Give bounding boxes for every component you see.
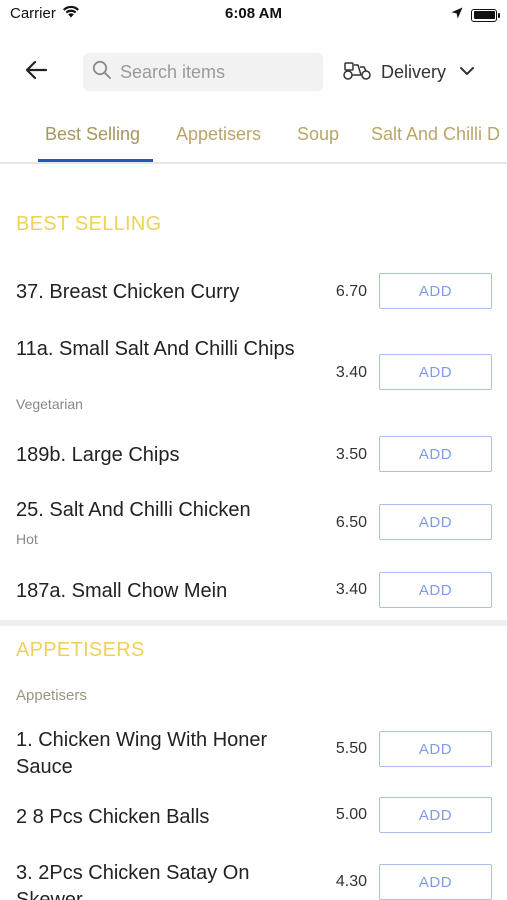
scooter-icon: [342, 59, 372, 86]
arrow-left-icon: [24, 60, 48, 85]
add-button[interactable]: ADD: [379, 572, 492, 608]
add-button[interactable]: ADD: [379, 273, 492, 309]
location-arrow-icon: [451, 6, 463, 24]
search-bar[interactable]: [83, 53, 323, 91]
tab-soup[interactable]: Soup: [297, 124, 339, 145]
item-name: 11a. Small Salt And Chilli Chips: [16, 338, 295, 360]
add-button[interactable]: ADD: [379, 864, 492, 900]
item-name: 2 8 Pcs Chicken Balls: [16, 806, 210, 828]
item-price: 3.50: [335, 446, 367, 463]
status-time: 6:08 AM: [225, 5, 282, 22]
active-tab-indicator: [38, 159, 153, 162]
section-title-best-selling: BEST SELLING: [16, 213, 162, 235]
section-divider: [0, 620, 507, 626]
item-price: 6.70: [335, 283, 367, 300]
item-price: 4.30: [335, 873, 367, 890]
item-name: 25. Salt And Chilli Chicken: [16, 499, 251, 521]
delivery-label: Delivery: [381, 61, 447, 82]
tab-best-selling[interactable]: Best Selling: [45, 124, 140, 145]
add-button[interactable]: ADD: [379, 436, 492, 472]
chevron-down-icon: [459, 63, 475, 81]
item-price: 5.00: [335, 806, 367, 823]
add-button[interactable]: ADD: [379, 504, 492, 540]
section-title-appetisers: APPETISERS: [16, 639, 145, 661]
section-subtitle: Appetisers: [16, 687, 87, 704]
status-bar: Carrier 6:08 AM: [0, 0, 507, 28]
add-button[interactable]: ADD: [379, 797, 492, 833]
add-button[interactable]: ADD: [379, 354, 492, 390]
tab-appetisers[interactable]: Appetisers: [176, 124, 261, 145]
item-price: 3.40: [335, 581, 367, 598]
category-tabs: Best Selling Appetisers Soup Salt And Ch…: [0, 110, 507, 164]
battery-icon: [471, 8, 500, 22]
add-button[interactable]: ADD: [379, 731, 492, 767]
item-price: 6.50: [335, 514, 367, 531]
item-name: 187a. Small Chow Mein: [16, 580, 228, 602]
tab-salt-and-chilli[interactable]: Salt And Chilli D: [371, 124, 500, 145]
item-price: 5.50: [335, 740, 367, 757]
search-input[interactable]: [120, 61, 310, 83]
header: Delivery: [0, 50, 507, 94]
delivery-selector[interactable]: Delivery: [342, 53, 475, 91]
item-price: 3.40: [335, 364, 367, 381]
item-name: 3. 2Pcs Chicken Satay On Skewer: [16, 862, 250, 900]
back-button[interactable]: [20, 58, 52, 86]
item-name: 189b. Large Chips: [16, 444, 180, 466]
item-tag: Vegetarian: [16, 396, 83, 412]
search-icon: [92, 60, 112, 85]
item-tag: Hot: [16, 531, 38, 547]
item-name: 37. Breast Chicken Curry: [16, 281, 240, 303]
item-name: 1. Chicken Wing With Honer Sauce: [16, 729, 268, 778]
